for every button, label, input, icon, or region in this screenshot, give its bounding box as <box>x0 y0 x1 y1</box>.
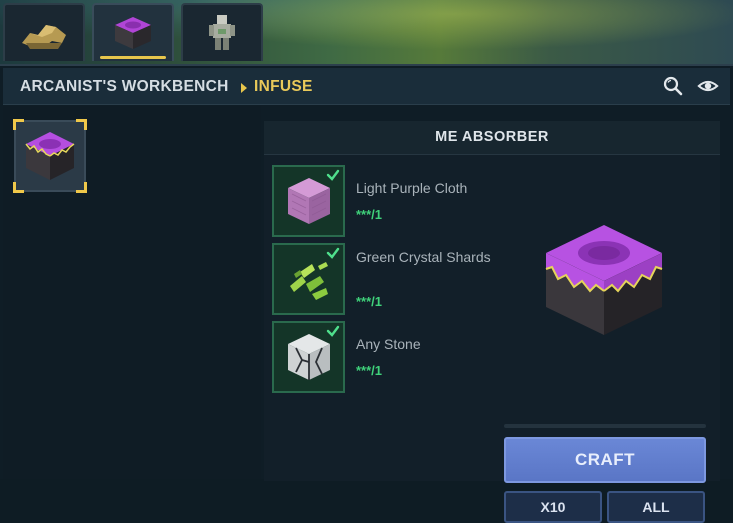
progress-divider <box>504 424 706 428</box>
ingredient-count: ***/1 <box>356 207 383 222</box>
search-icon[interactable] <box>662 76 684 96</box>
recipe-detail: ME ABSORBER Light Purple Cloth ***/1 Gre… <box>264 121 720 523</box>
ingredient-slot[interactable] <box>272 243 345 315</box>
breadcrumb-current: INFUSE <box>254 78 313 95</box>
tab-armor-stand[interactable] <box>181 3 263 61</box>
check-icon <box>326 247 340 259</box>
recipe-title: ME ABSORBER <box>264 121 720 155</box>
ingredient-name: Light Purple Cloth <box>356 180 468 196</box>
ingredient-row: Light Purple Cloth ***/1 <box>272 165 492 238</box>
me-absorber-icon <box>25 132 75 180</box>
check-icon <box>326 169 340 181</box>
armor-stand-icon <box>209 15 235 50</box>
check-icon <box>326 325 340 337</box>
tab-me-absorber[interactable] <box>92 3 174 61</box>
ingredient-slot[interactable] <box>272 165 345 237</box>
me-absorber-icon <box>545 225 663 335</box>
ingredient-row: Green Crystal Shards ***/1 <box>272 243 492 316</box>
ingredient-slot[interactable] <box>272 321 345 393</box>
ingredient-name: Any Stone <box>356 336 421 352</box>
stone-icon <box>287 334 330 380</box>
selection-corner <box>76 182 87 193</box>
me-absorber-icon <box>115 17 151 49</box>
dragon-figure-icon <box>22 25 66 49</box>
ingredient-row: Any Stone ***/1 <box>272 321 492 394</box>
breadcrumb-root[interactable]: ARCANIST'S WORKBENCH <box>20 78 229 96</box>
breadcrumb-separator-icon <box>241 83 247 93</box>
eye-icon[interactable] <box>697 76 719 96</box>
tab-dragon-figure[interactable] <box>3 3 85 61</box>
ingredient-name: Green Crystal Shards <box>356 249 491 265</box>
selection-corner <box>13 182 24 193</box>
ingredient-count: ***/1 <box>356 294 383 309</box>
selection-corner <box>13 119 24 130</box>
panel-header: ARCANIST'S WORKBENCH INFUSE <box>3 68 730 105</box>
purple-cloth-icon <box>287 178 330 224</box>
craft-x10-button[interactable]: X10 <box>504 491 602 523</box>
ingredient-count: ***/1 <box>356 363 383 378</box>
selection-corner <box>76 119 87 130</box>
green-crystal-icon <box>289 262 328 300</box>
craft-all-button[interactable]: ALL <box>607 491 705 523</box>
active-tab-indicator <box>100 56 166 59</box>
workbench-panel: ARCANIST'S WORKBENCH INFUSE ME ABSORBER <box>0 64 733 523</box>
recipe-slot-me-absorber[interactable] <box>13 119 87 193</box>
craft-button[interactable]: CRAFT <box>504 437 706 483</box>
